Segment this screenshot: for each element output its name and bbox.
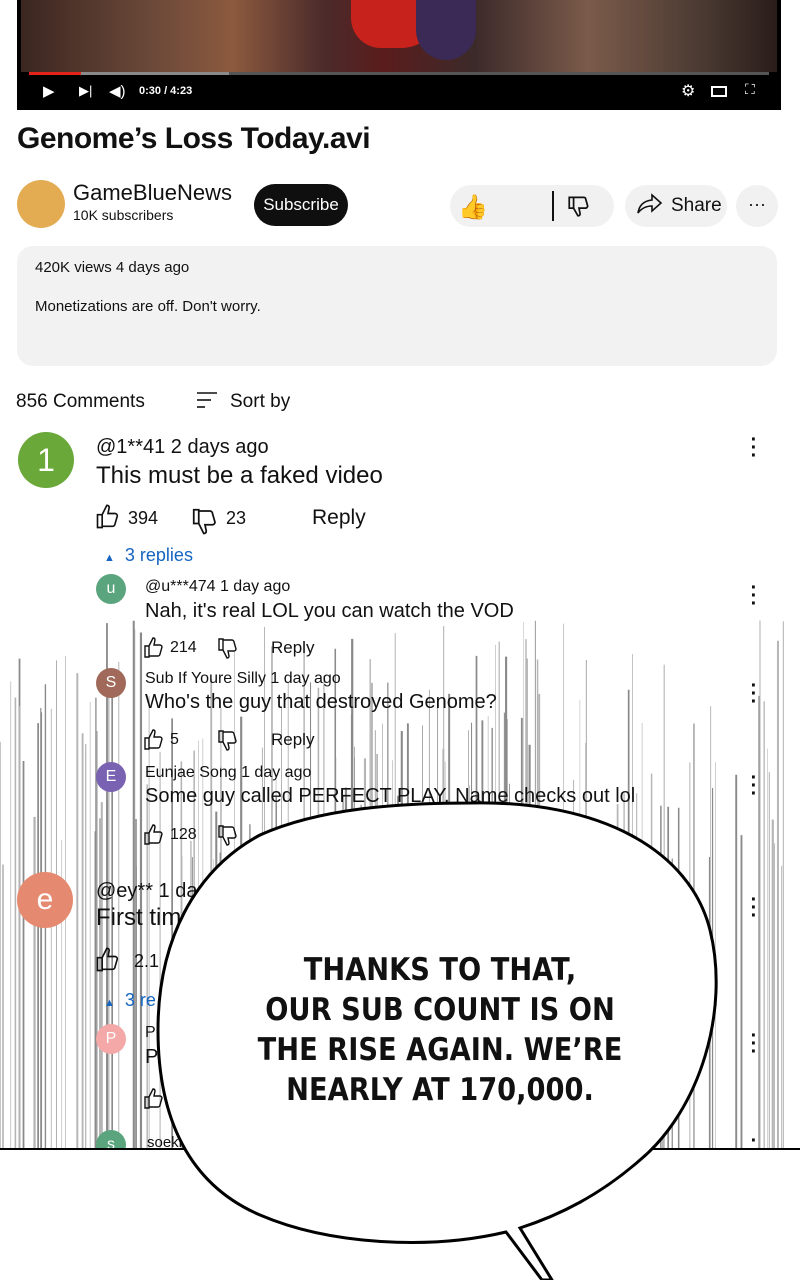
comment-like-count: 2.1 xyxy=(134,951,160,971)
sort-label: Sort by xyxy=(230,391,291,412)
comment-dislike-icon[interactable] xyxy=(216,636,240,665)
subscriber-count: 10K subscribers xyxy=(73,207,174,223)
comment-like-count: 128 xyxy=(170,826,197,843)
comment-text: Some guy called PERFECT PLAY. Name check… xyxy=(145,785,636,807)
comments-count: 856 Comments xyxy=(16,391,145,412)
comment-menu-icon[interactable]: · · · xyxy=(749,578,759,614)
comment-header: P xyxy=(145,1024,156,1041)
time-display: 0:30 / 4:23 xyxy=(139,85,193,97)
comment-reply-button[interactable]: Reply xyxy=(271,638,314,658)
collapse-arrow-icon: ▲ xyxy=(104,552,115,564)
video-frame xyxy=(21,0,777,72)
speech-line: THANKS TO THAT, xyxy=(303,952,577,988)
theater-icon[interactable] xyxy=(711,84,727,101)
view-count-date: 420K views 4 days ago xyxy=(35,259,190,276)
progress-fill xyxy=(29,72,81,75)
share-button[interactable]: Share xyxy=(625,185,727,227)
replies-toggle-label: 3 replies xyxy=(124,545,193,565)
comment-dislike-icon[interactable] xyxy=(216,823,240,852)
comment-like-icon[interactable] xyxy=(94,503,122,536)
comment-text: First tim xyxy=(96,904,182,931)
comment-like-count: 5 xyxy=(170,731,179,748)
fullscreen-icon[interactable]: ⛶ xyxy=(745,81,755,98)
speech-bubble-text: THANKS TO THAT, OUR SUB COUNT IS ON THE … xyxy=(255,950,625,1110)
commenter-avatar[interactable]: P xyxy=(96,1024,126,1054)
dislike-icon[interactable] xyxy=(566,193,592,226)
share-label: Share xyxy=(671,195,722,216)
comment-menu-icon[interactable]: · xyxy=(749,1131,759,1151)
subscribe-button[interactable]: Subscribe xyxy=(254,184,348,226)
comment-header: @ey** 1 da xyxy=(96,880,198,902)
like-icon[interactable]: 👍 xyxy=(458,193,488,222)
comment-header: @u***474 1 day ago xyxy=(145,578,291,595)
like-dislike-bar: 👍 xyxy=(450,185,614,227)
speech-line: THE RISE AGAIN. WE’RE xyxy=(257,1032,623,1068)
description-text: Monetizations are off. Don't worry. xyxy=(35,298,261,315)
comment-like-count: 394 xyxy=(128,508,159,528)
comment-menu-icon[interactable]: · · · xyxy=(749,430,759,466)
comment-reply-button[interactable]: Reply xyxy=(312,506,366,530)
comment-dislike-icon[interactable] xyxy=(216,728,240,757)
share-icon xyxy=(637,193,663,221)
replies-toggle[interactable]: ▲ 3 replies xyxy=(104,545,193,566)
comment-dislike-icon[interactable] xyxy=(190,506,220,541)
more-actions-button[interactable]: ··· xyxy=(736,185,778,227)
channel-name[interactable]: GameBlueNews xyxy=(73,180,232,206)
video-player[interactable]: ▶ ▶| ◀) 0:30 / 4:23 ⚙ ⛶ xyxy=(17,0,781,110)
channel-avatar[interactable] xyxy=(17,180,65,228)
replies-toggle[interactable]: ▲ 3 re xyxy=(104,990,156,1011)
comment-like-count: 214 xyxy=(170,639,197,656)
comment-like-icon[interactable] xyxy=(94,946,122,979)
comment-menu-icon[interactable]: · · · xyxy=(749,768,759,804)
comment-menu-icon[interactable]: · · · xyxy=(749,676,759,712)
panel-gutter xyxy=(0,1150,800,1280)
replies-toggle-label: 3 re xyxy=(124,990,156,1010)
comment-header: Sub If Youre Silly 1 day ago xyxy=(145,670,341,687)
commenter-avatar[interactable]: E xyxy=(96,762,126,792)
comment-menu-icon[interactable]: · · · xyxy=(749,1026,759,1062)
player-controls: ▶ ▶| ◀) 0:30 / 4:23 ⚙ ⛶ xyxy=(17,78,781,106)
comment-text: P xyxy=(145,1046,159,1068)
comment-menu-icon[interactable]: · · · xyxy=(749,890,759,926)
comment-text: Nah, it's real LOL you can watch the VOD xyxy=(145,600,514,622)
volume-icon[interactable]: ◀) xyxy=(109,82,126,100)
comment-header: Eunjae Song 1 day ago xyxy=(145,764,312,781)
progress-bar[interactable] xyxy=(29,72,769,75)
comment-like-icon[interactable] xyxy=(142,636,166,665)
commenter-avatar[interactable]: 1 xyxy=(18,432,74,488)
collapse-arrow-icon: ▲ xyxy=(104,997,115,1009)
speech-line: OUR SUB COUNT IS ON xyxy=(265,992,615,1028)
comment-header: @1**41 2 days ago xyxy=(96,436,269,458)
comment-like-icon[interactable] xyxy=(142,728,166,757)
video-frame-figure-2 xyxy=(416,0,476,60)
sort-icon xyxy=(195,389,219,417)
play-icon[interactable]: ▶ xyxy=(43,82,55,100)
video-title: Genome’s Loss Today.avi xyxy=(17,122,371,155)
commenter-avatar[interactable]: u xyxy=(96,574,126,604)
commenter-avatar[interactable]: S xyxy=(96,668,126,698)
comment-text: Who's the guy that destroyed Genome? xyxy=(145,691,497,713)
speech-line: NEARLY AT 170,000. xyxy=(286,1072,594,1108)
comment-like-icon[interactable] xyxy=(142,1087,166,1116)
comment-like-icon[interactable] xyxy=(142,823,166,852)
commenter-avatar[interactable]: e xyxy=(17,872,73,928)
next-icon[interactable]: ▶| xyxy=(79,83,92,99)
comment-dislike-count: 23 xyxy=(226,508,247,528)
comment-text: This must be a faked video xyxy=(96,462,383,489)
comment-reply-button[interactable]: Reply xyxy=(271,730,314,750)
description-box[interactable]: 420K views 4 days ago Monetizations are … xyxy=(17,246,777,366)
like-divider xyxy=(552,191,554,221)
settings-icon[interactable]: ⚙ xyxy=(681,81,695,101)
